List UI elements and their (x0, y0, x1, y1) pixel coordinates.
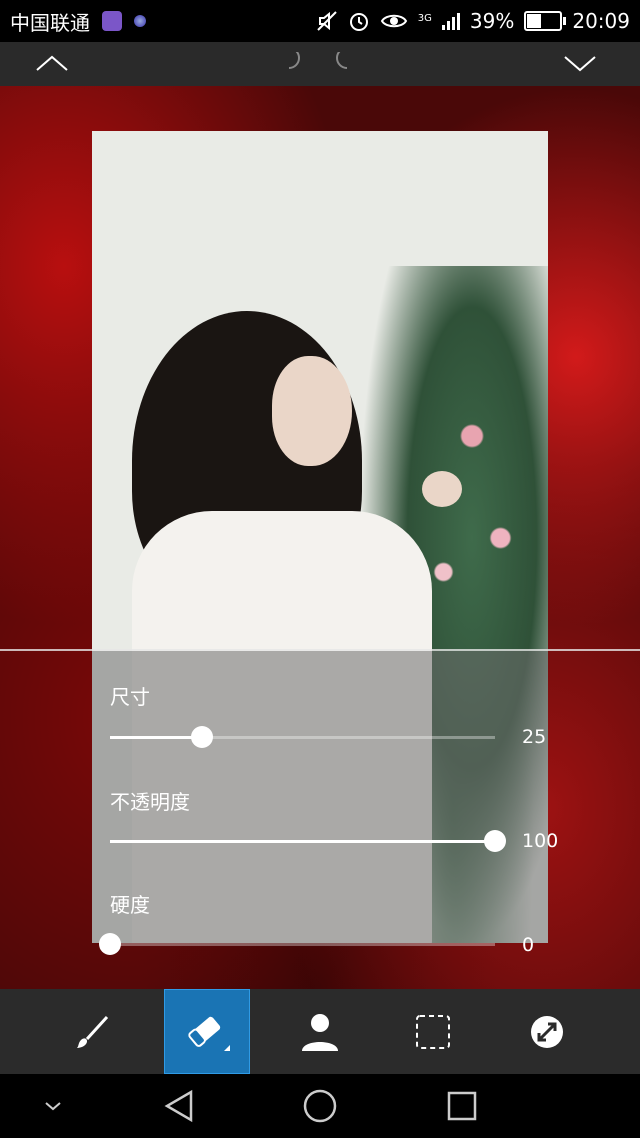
blend-tool-button[interactable] (504, 989, 590, 1074)
brush-tool-button[interactable] (50, 989, 136, 1074)
tool-bar (0, 989, 640, 1074)
collapse-icon (45, 1102, 61, 1111)
brush-icon (77, 1015, 109, 1048)
top-toolbar (0, 42, 640, 86)
face-shape (272, 356, 352, 466)
person-select-tool-button[interactable] (277, 989, 363, 1074)
mute-icon (317, 11, 337, 31)
selection-icon (416, 1014, 450, 1049)
back-icon (164, 1089, 193, 1123)
opacity-value: 100 (522, 830, 559, 852)
hardness-slider-thumb[interactable] (99, 933, 121, 955)
navigation-bar (0, 1074, 640, 1138)
carrier-name: 中国联通 (10, 10, 90, 35)
recents-button[interactable] (427, 1074, 497, 1138)
undo-button[interactable] (258, 42, 318, 86)
collapse-down-button[interactable] (550, 42, 610, 86)
hand-shape (422, 471, 462, 507)
alarm-icon (349, 13, 368, 31)
person-icon (302, 1013, 338, 1051)
hardness-slider[interactable] (99, 933, 495, 955)
battery-icon (524, 11, 567, 31)
opacity-label: 不透明度 (110, 790, 190, 814)
opacity-slider-thumb[interactable] (484, 830, 506, 852)
selection-tool-button[interactable] (390, 989, 476, 1074)
redo-icon (336, 52, 348, 69)
battery-percent: 39% (469, 9, 515, 33)
eraser-tool-button[interactable] (164, 989, 250, 1074)
gallery-app-icon (102, 11, 122, 31)
hardness-label: 硬度 (110, 893, 150, 917)
size-slider[interactable] (110, 726, 495, 748)
hardness-value: 0 (522, 934, 535, 956)
clock: 20:09 (572, 9, 630, 33)
recents-icon (447, 1091, 477, 1121)
eye-comfort-icon (380, 14, 407, 28)
eraser-icon (188, 1016, 230, 1051)
back-button[interactable] (144, 1074, 214, 1138)
editing-canvas[interactable]: 尺寸 25 不透明度 100 硬度 0 (0, 86, 640, 989)
signal-icon (441, 12, 460, 30)
chevron-up-icon (36, 55, 68, 71)
blend-icon (531, 1015, 563, 1048)
home-icon (303, 1089, 337, 1123)
home-button[interactable] (285, 1074, 355, 1138)
undo-icon (288, 52, 300, 69)
collapse-nav-button[interactable] (18, 1074, 88, 1138)
opacity-slider[interactable] (110, 830, 506, 852)
browser-app-icon (134, 15, 146, 27)
size-value: 25 (522, 726, 547, 748)
redo-button[interactable] (318, 42, 378, 86)
status-bar: 中国联通 3G 39% 20:09 (0, 0, 640, 42)
chevron-down-icon (564, 56, 596, 72)
size-label: 尺寸 (110, 685, 150, 709)
collapse-up-button[interactable] (22, 42, 82, 86)
network-type: 3G (417, 13, 432, 24)
